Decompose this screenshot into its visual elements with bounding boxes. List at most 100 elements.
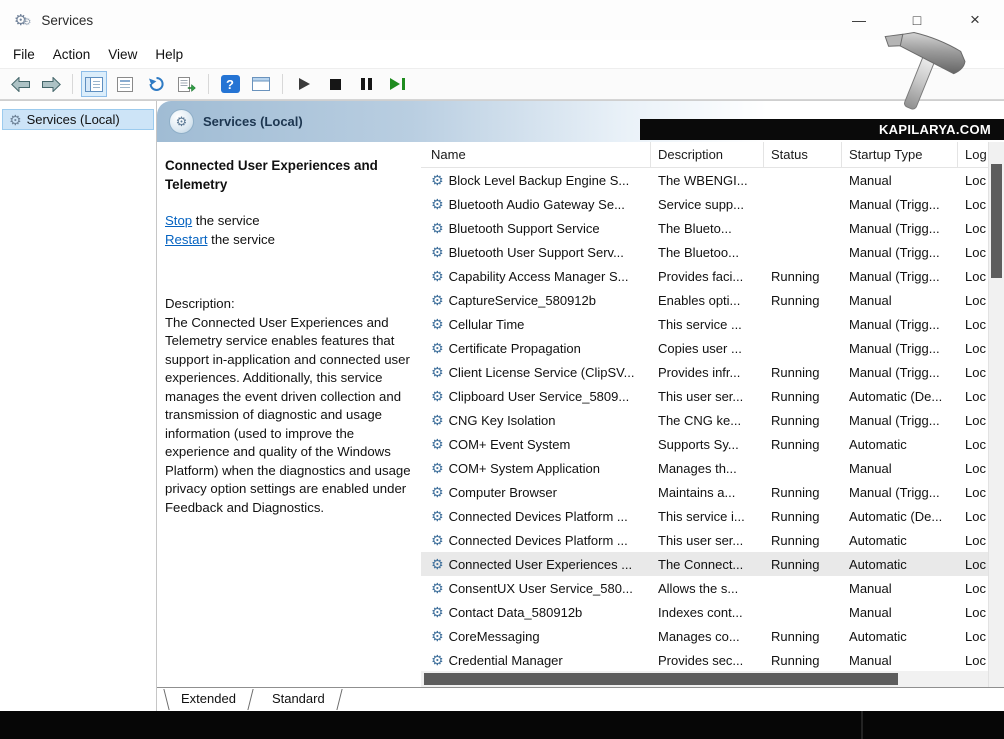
tab-edge (163, 689, 169, 710)
service-description: Copies user ... (651, 341, 764, 356)
column-header-status[interactable]: Status (764, 142, 842, 167)
service-startup-type: Manual (Trigg... (842, 197, 958, 212)
service-description: Service supp... (651, 197, 764, 212)
service-row[interactable]: ⚙ Credential Manager Provides sec... Run… (421, 648, 988, 671)
service-row[interactable]: ⚙ Bluetooth Audio Gateway Se... Service … (421, 192, 988, 216)
service-name: Computer Browser (449, 485, 557, 500)
service-row[interactable]: ⚙ Cellular Time This service ... Manual … (421, 312, 988, 336)
service-logon: Loc (958, 581, 988, 596)
service-row[interactable]: ⚙ COM+ System Application Manages th... … (421, 456, 988, 480)
pane-header-title: Services (Local) (203, 114, 303, 129)
stop-service-link[interactable]: Stop (165, 213, 192, 228)
service-row[interactable]: ⚙ Clipboard User Service_5809... This us… (421, 384, 988, 408)
watermark-text: KAPILARYA.COM (879, 122, 991, 137)
restart-service-link[interactable]: Restart (165, 232, 208, 247)
service-gear-icon: ⚙ (431, 437, 444, 451)
service-status: Running (764, 653, 842, 668)
tab-standard-label: Standard (272, 691, 325, 706)
horizontal-scrollbar-thumb[interactable] (424, 673, 898, 685)
service-row[interactable]: ⚙ Bluetooth User Support Serv... The Blu… (421, 240, 988, 264)
start-service-button[interactable] (292, 72, 316, 96)
service-name-cell: ⚙ CNG Key Isolation (421, 413, 651, 428)
stop-service-icon (330, 79, 341, 90)
export-list-button[interactable] (175, 72, 199, 96)
service-status: Running (764, 629, 842, 644)
menu-action[interactable]: Action (44, 44, 100, 65)
restart-service-icon (390, 78, 405, 90)
stop-service-line: Stop the service (165, 212, 411, 231)
vertical-scrollbar-thumb[interactable] (991, 164, 1002, 278)
service-gear-icon: ⚙ (431, 221, 444, 235)
service-row[interactable]: ⚙ Capability Access Manager S... Provide… (421, 264, 988, 288)
bottom-black-strip (0, 711, 1004, 739)
service-description: The Connect... (651, 557, 764, 572)
service-row[interactable]: ⚙ ConsentUX User Service_580... Allows t… (421, 576, 988, 600)
title-bar: ⚙⚙ Services — □ × (0, 0, 1004, 40)
service-description: This service i... (651, 509, 764, 524)
horizontal-scrollbar[interactable] (421, 671, 988, 687)
service-logon: Loc (958, 557, 988, 572)
stop-service-button[interactable] (323, 72, 347, 96)
service-row[interactable]: ⚙ Computer Browser Maintains a... Runnin… (421, 480, 988, 504)
service-description: Maintains a... (651, 485, 764, 500)
service-row[interactable]: ⚙ Connected Devices Platform ... This us… (421, 528, 988, 552)
console-area: ⚙ Services (Local) ⚙ Services (Local) Co… (0, 100, 1004, 711)
tree-item-services-local[interactable]: ⚙ Services (Local) (2, 109, 154, 130)
vertical-scrollbar[interactable] (988, 142, 1004, 687)
service-row[interactable]: ⚙ Connected Devices Platform ... This se… (421, 504, 988, 528)
column-header-startup-type[interactable]: Startup Type (842, 142, 958, 167)
services-list-body: ⚙ Block Level Backup Engine S... The WBE… (421, 168, 988, 671)
service-name: Client License Service (ClipSV... (449, 365, 635, 380)
menu-bar: File Action View Help (0, 40, 1004, 68)
menu-help[interactable]: Help (146, 44, 192, 65)
service-logon: Loc (958, 389, 988, 404)
service-row[interactable]: ⚙ Certificate Propagation Copies user ..… (421, 336, 988, 360)
service-logon: Loc (958, 413, 988, 428)
service-row[interactable]: ⚙ CNG Key Isolation The CNG ke... Runnin… (421, 408, 988, 432)
help-button[interactable]: ? (218, 72, 242, 96)
properties-icon (117, 77, 133, 92)
service-gear-icon: ⚙ (431, 197, 444, 211)
menu-file[interactable]: File (4, 44, 44, 65)
column-header-description[interactable]: Description (651, 142, 764, 167)
menu-view[interactable]: View (99, 44, 146, 65)
show-console-tree-button[interactable] (82, 72, 106, 96)
service-row[interactable]: ⚙ CoreMessaging Manages co... Running Au… (421, 624, 988, 648)
refresh-button[interactable] (144, 72, 168, 96)
restart-service-button[interactable] (385, 72, 409, 96)
properties-button[interactable] (113, 72, 137, 96)
tab-standard[interactable]: Standard (254, 688, 343, 711)
service-row[interactable]: ⚙ Contact Data_580912b Indexes cont... M… (421, 600, 988, 624)
view-tabbar: Extended Standard (157, 687, 1004, 711)
services-window: ⚙⚙ Services — □ × File Action View Help (0, 0, 1004, 711)
service-logon: Loc (958, 605, 988, 620)
service-startup-type: Manual (Trigg... (842, 485, 958, 500)
column-header-log-on-as[interactable]: Log (958, 142, 988, 167)
service-gear-icon: ⚙ (431, 365, 444, 379)
service-gear-icon: ⚙ (431, 341, 444, 355)
service-row[interactable]: ⚙ Bluetooth Support Service The Blueto..… (421, 216, 988, 240)
service-name: Certificate Propagation (449, 341, 581, 356)
pause-service-button[interactable] (354, 72, 378, 96)
tab-extended[interactable]: Extended (163, 688, 254, 711)
service-startup-type: Manual (842, 581, 958, 596)
service-name: Connected User Experiences ... (449, 557, 633, 572)
toolbar-separator (72, 74, 73, 94)
forward-button[interactable] (39, 72, 63, 96)
export-list-icon (178, 77, 196, 92)
standard-view-button[interactable] (249, 72, 273, 96)
service-row[interactable]: ⚙ Client License Service (ClipSV... Prov… (421, 360, 988, 384)
service-row[interactable]: ⚙ Connected User Experiences ... The Con… (421, 552, 988, 576)
service-row[interactable]: ⚙ CaptureService_580912b Enables opti...… (421, 288, 988, 312)
service-gear-icon: ⚙ (431, 293, 444, 307)
service-row[interactable]: ⚙ COM+ Event System Supports Sy... Runni… (421, 432, 988, 456)
service-gear-icon: ⚙ (431, 389, 444, 403)
service-row[interactable]: ⚙ Block Level Backup Engine S... The WBE… (421, 168, 988, 192)
back-button[interactable] (8, 72, 32, 96)
service-logon: Loc (958, 221, 988, 236)
services-list-area: Name Description Status Startup Type Log… (421, 142, 988, 687)
column-header-name[interactable]: Name (421, 142, 651, 167)
restart-service-line: Restart the service (165, 231, 411, 250)
service-name: CNG Key Isolation (449, 413, 556, 428)
gear-icon: ⚙ (9, 113, 22, 127)
